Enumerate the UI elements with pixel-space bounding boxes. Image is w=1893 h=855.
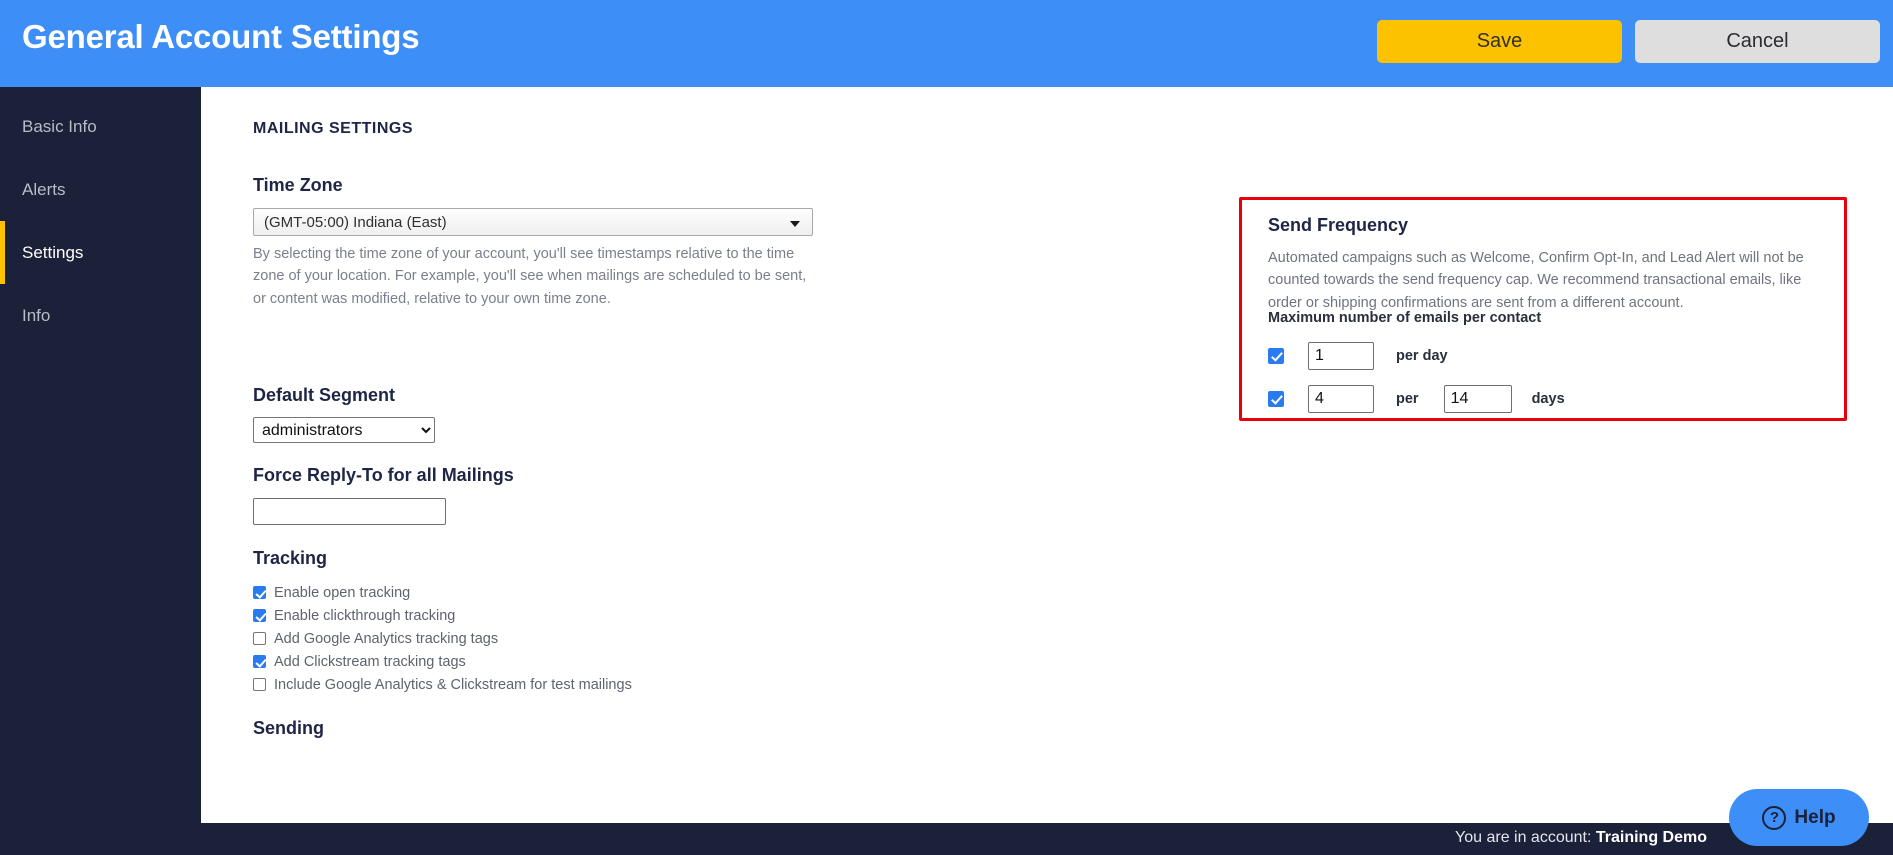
chevron-down-icon: [790, 221, 800, 227]
per-days-count-input[interactable]: [1308, 385, 1374, 413]
tracking-row-test-mailings[interactable]: Include Google Analytics & Clickstream f…: [253, 673, 632, 696]
tracking-item-label: Include Google Analytics & Clickstream f…: [274, 676, 632, 693]
tracking-item-label: Enable open tracking: [274, 584, 411, 601]
tracking-item-label: Add Clickstream tracking tags: [274, 653, 466, 670]
sidebar-item-label: Alerts: [22, 179, 66, 199]
tracking-item-label: Add Google Analytics tracking tags: [274, 630, 499, 647]
send-frequency-panel: Send Frequency Automated campaigns such …: [1239, 197, 1847, 421]
sidebar-item-label: Settings: [22, 242, 84, 262]
send-frequency-row-per-days: per days: [1268, 385, 1565, 413]
send-frequency-title: Send Frequency: [1268, 215, 1409, 235]
checkbox-icon[interactable]: [253, 655, 266, 668]
tracking-row-clickthrough-tracking[interactable]: Enable clickthrough tracking: [253, 604, 632, 627]
page-header: General Account Settings Save Cancel: [0, 0, 1893, 87]
time-zone-label: Time Zone: [253, 175, 343, 195]
tracking-field: Tracking Enable open tracking Enable cli…: [253, 548, 632, 696]
per-days-interval-input[interactable]: [1443, 385, 1512, 413]
sidebar-item-settings[interactable]: Settings: [0, 221, 201, 284]
tracking-item-label: Enable clickthrough tracking: [274, 607, 456, 624]
main-content: MAILING SETTINGS Time Zone (GMT-05:00) I…: [201, 87, 1893, 823]
account-name: Training Demo: [1595, 829, 1707, 846]
default-segment-select[interactable]: administrators: [253, 417, 435, 443]
send-frequency-description: Automated campaigns such as Welcome, Con…: [1268, 250, 1804, 311]
sidebar-item-label: Basic Info: [22, 116, 97, 136]
sidebar-item-info[interactable]: Info: [0, 284, 201, 347]
send-frequency-subtitle: Maximum number of emails per contact: [1268, 310, 1542, 326]
checkbox-icon[interactable]: [253, 678, 266, 691]
checkbox-icon[interactable]: [1268, 391, 1284, 407]
force-reply-to-input[interactable]: [253, 498, 446, 525]
time-zone-select[interactable]: (GMT-05:00) Indiana (East): [253, 208, 813, 236]
per-day-unit-label: per day: [1396, 348, 1448, 364]
tracking-row-clickstream-tags[interactable]: Add Clickstream tracking tags: [253, 650, 632, 673]
time-zone-help-text: By selecting the time zone of your accou…: [253, 246, 807, 307]
checkbox-icon[interactable]: [253, 586, 266, 599]
sidebar-item-label: Info: [22, 305, 51, 325]
force-reply-to-label: Force Reply-To for all Mailings: [253, 465, 514, 485]
checkbox-icon[interactable]: [1268, 348, 1284, 364]
time-zone-field: Time Zone (GMT-05:00) Indiana (East) By …: [253, 175, 813, 310]
sidebar: Basic Info Alerts Settings Info: [0, 87, 201, 823]
settings-page: General Account Settings Save Cancel Bas…: [0, 0, 1893, 855]
question-mark-icon: ?: [1762, 805, 1787, 830]
checkbox-icon[interactable]: [253, 609, 266, 622]
cancel-button[interactable]: Cancel: [1635, 20, 1880, 63]
save-button[interactable]: Save: [1377, 20, 1622, 63]
help-button-label: Help: [1794, 806, 1836, 828]
account-status-text: You are in account: Training Demo: [1455, 829, 1707, 847]
tracking-checkbox-list: Enable open tracking Enable clickthrough…: [253, 581, 632, 696]
days-label: days: [1531, 391, 1565, 407]
help-button[interactable]: ? Help: [1729, 789, 1869, 846]
time-zone-value: (GMT-05:00) Indiana (East): [264, 213, 447, 231]
send-frequency-row-per-day: per day: [1268, 342, 1448, 370]
sidebar-item-basic-info[interactable]: Basic Info: [0, 95, 201, 158]
per-label: per: [1396, 391, 1419, 407]
default-segment-field: Default Segment administrators: [253, 385, 435, 443]
default-segment-label: Default Segment: [253, 385, 396, 405]
page-title: General Account Settings: [22, 18, 420, 55]
tracking-row-open-tracking[interactable]: Enable open tracking: [253, 581, 632, 604]
account-prefix-label: You are in account:: [1455, 829, 1592, 846]
per-day-count-input[interactable]: [1308, 342, 1374, 370]
force-reply-to-field: Force Reply-To for all Mailings: [253, 465, 514, 525]
footer-bar: You are in account: Training Demo: [0, 823, 1893, 855]
tracking-row-google-analytics-tags[interactable]: Add Google Analytics tracking tags: [253, 627, 632, 650]
sidebar-item-alerts[interactable]: Alerts: [0, 158, 201, 221]
checkbox-icon[interactable]: [253, 632, 266, 645]
sending-heading: Sending: [253, 718, 324, 738]
mailing-settings-heading: MAILING SETTINGS: [253, 120, 413, 137]
tracking-label: Tracking: [253, 548, 328, 568]
